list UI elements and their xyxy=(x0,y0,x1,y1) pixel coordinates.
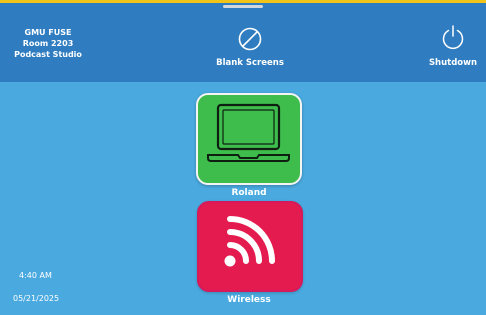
wireless-label: Wireless xyxy=(227,295,271,305)
roland-tile[interactable] xyxy=(196,93,302,185)
clock-date: 05/21/2025 xyxy=(13,294,60,303)
clock-time: 4:40 AM xyxy=(19,271,52,280)
room-info: GMU FUSE Room 2203 Podcast Studio xyxy=(4,27,92,60)
blank-screens-label: Blank Screens xyxy=(216,58,284,68)
room-line-number: Room 2203 xyxy=(22,39,74,48)
blank-screens-icon xyxy=(238,27,262,51)
power-icon xyxy=(442,25,464,50)
room-line-building: GMU FUSE xyxy=(24,28,72,37)
blank-screens-button[interactable]: Blank Screens xyxy=(210,26,290,74)
wireless-tile[interactable] xyxy=(197,201,303,292)
pull-tab-handle[interactable] xyxy=(223,5,263,8)
shutdown-button[interactable]: Shutdown xyxy=(424,24,482,74)
shutdown-label: Shutdown xyxy=(428,58,478,68)
laptop-icon xyxy=(207,103,290,162)
wifi-icon xyxy=(224,216,275,267)
room-line-name: Podcast Studio xyxy=(14,50,82,59)
roland-label: Roland xyxy=(231,188,267,198)
